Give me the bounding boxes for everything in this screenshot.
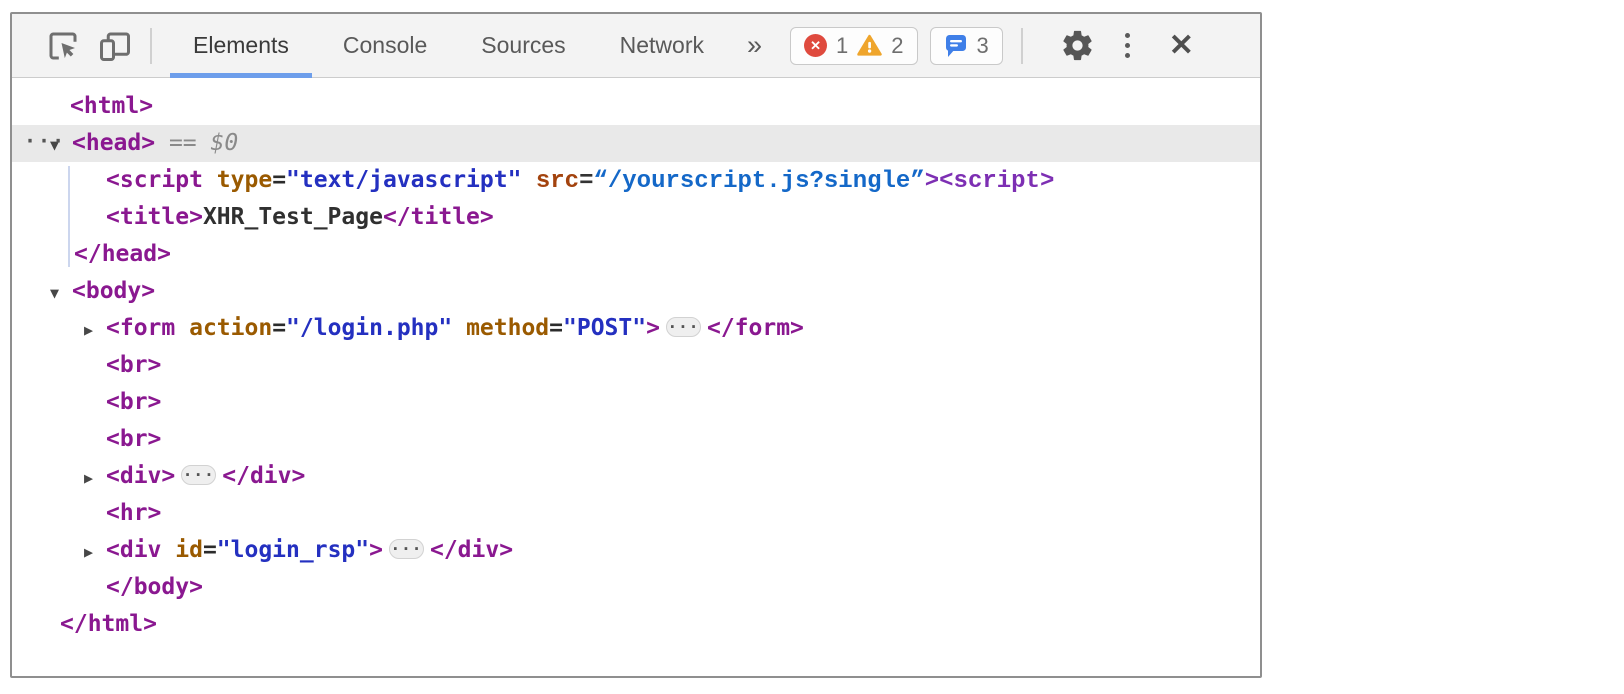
syntax-ann: == $0	[155, 130, 238, 156]
tab-elements[interactable]: Elements	[166, 14, 316, 78]
syntax-tag: </head>	[74, 241, 171, 267]
dom-node-row[interactable]: <br>	[12, 421, 1260, 458]
syntax-ptag: ><script>	[925, 168, 1055, 195]
dom-node-row[interactable]: <script type="text/javascript" src=“/you…	[12, 162, 1260, 199]
syntax-tag: <body>	[72, 278, 155, 304]
syntax-pattr: src	[521, 168, 579, 195]
syntax-tag: <title>	[106, 204, 203, 230]
syntax-pval: “/yourscript.js?single”	[593, 168, 924, 195]
expander-right-icon[interactable]: ▶	[84, 312, 106, 349]
syntax-tag: <br>	[106, 426, 161, 452]
message-count: 3	[977, 33, 989, 59]
more-tabs-chevron-icon[interactable]: »	[731, 30, 778, 61]
warning-count: 2	[891, 33, 903, 59]
messages-badge[interactable]: 3	[930, 27, 1003, 65]
gear-icon[interactable]	[1057, 25, 1099, 67]
syntax-text: XHR_Test_Page	[203, 204, 383, 230]
tab-sources[interactable]: Sources	[454, 14, 592, 78]
inspect-element-icon[interactable]	[42, 25, 84, 67]
syntax-attr: action	[175, 315, 272, 341]
syntax-punct: =	[272, 315, 286, 341]
overflow-dots: ···	[24, 123, 66, 160]
syntax-tag: </body>	[106, 574, 203, 600]
kebab-menu-icon[interactable]	[1113, 33, 1143, 58]
dom-node-row[interactable]: <html>	[12, 88, 1260, 125]
dom-node-row[interactable]: <title>XHR_Test_Page</title>	[12, 199, 1260, 236]
syntax-val: "POST"	[563, 315, 646, 341]
syntax-tag: <head>	[72, 130, 155, 156]
toolbar-divider	[1021, 28, 1023, 64]
dom-node-row[interactable]: <br>	[12, 347, 1260, 384]
expander-right-icon[interactable]: ▶	[84, 460, 106, 497]
syntax-val: "/login.php"	[286, 315, 452, 341]
dom-tree: <html>···▼<head> == $0<script type="text…	[12, 78, 1260, 643]
dom-node-row[interactable]: ▶<div id="login_rsp"> ··· </div>	[12, 532, 1260, 569]
syntax-tag: <div>	[106, 463, 175, 489]
syntax-tag: <form	[106, 315, 175, 341]
panel-tabs: Elements Console Sources Network	[166, 14, 731, 78]
syntax-tag: <script	[106, 167, 203, 193]
syntax-tag: </div>	[222, 463, 305, 489]
ellipsis-button[interactable]: ···	[666, 317, 701, 337]
syntax-tag: </form>	[707, 315, 804, 341]
dom-node-row[interactable]: </head>	[12, 236, 1260, 273]
syntax-attr: id	[161, 537, 203, 563]
syntax-tag: <html>	[70, 93, 153, 119]
errors-warnings-badge[interactable]: ✕ 1 2	[790, 27, 918, 65]
syntax-punct: =	[272, 167, 286, 193]
devtools-toolbar: Elements Console Sources Network » ✕ 1 2	[12, 14, 1260, 78]
close-icon[interactable]: ✕	[1169, 28, 1194, 63]
dom-node-row[interactable]: </body>	[12, 569, 1260, 606]
devtools-window: Elements Console Sources Network » ✕ 1 2	[10, 12, 1262, 678]
syntax-tag: <br>	[106, 352, 161, 378]
syntax-val: "login_rsp"	[217, 537, 369, 563]
syntax-val: "text/javascript"	[286, 167, 521, 193]
tab-console[interactable]: Console	[316, 14, 454, 78]
ellipsis-button[interactable]: ···	[389, 539, 424, 559]
dom-node-row[interactable]: </html>	[12, 606, 1260, 643]
syntax-punct: =	[549, 315, 563, 341]
syntax-ppunct: =	[579, 168, 593, 195]
device-toolbar-icon[interactable]	[94, 25, 136, 67]
syntax-tag: <br>	[106, 389, 161, 415]
error-count: 1	[836, 33, 848, 59]
syntax-tag: </html>	[60, 611, 157, 637]
tab-network[interactable]: Network	[593, 14, 731, 78]
syntax-attr: type	[203, 167, 272, 193]
ellipsis-button[interactable]: ···	[181, 465, 216, 485]
syntax-tag: <div	[106, 537, 161, 563]
dom-node-row[interactable]: ▶<div> ··· </div>	[12, 458, 1260, 495]
warning-icon	[857, 34, 882, 57]
syntax-tag: <hr>	[106, 500, 161, 526]
dom-node-row[interactable]: ▼<body>	[12, 273, 1260, 310]
syntax-tag: </title>	[383, 204, 494, 230]
syntax-tag: >	[369, 537, 383, 563]
syntax-attr: method	[452, 315, 549, 341]
expander-right-icon[interactable]: ▶	[84, 534, 106, 571]
expander-down-icon[interactable]: ▼	[50, 275, 72, 312]
message-icon	[944, 33, 968, 58]
syntax-tag: >	[646, 315, 660, 341]
dom-node-row[interactable]: <hr>	[12, 495, 1260, 532]
dom-node-row[interactable]: <br>	[12, 384, 1260, 421]
syntax-tag: </div>	[430, 537, 513, 563]
dom-node-row[interactable]: ···▼<head> == $0	[12, 125, 1260, 162]
dom-node-row[interactable]: ▶<form action="/login.php" method="POST"…	[12, 310, 1260, 347]
toolbar-divider	[150, 28, 152, 64]
error-icon: ✕	[804, 34, 827, 57]
syntax-punct: =	[203, 537, 217, 563]
